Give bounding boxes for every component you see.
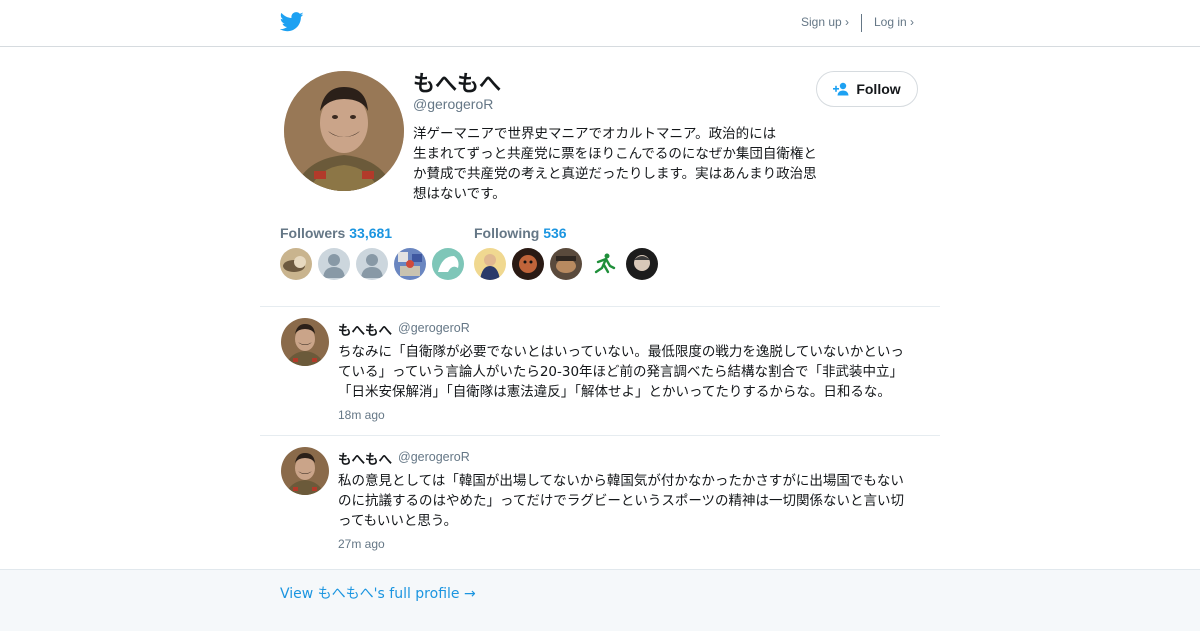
profile-avatar[interactable] [284, 71, 404, 191]
follower-avatar[interactable] [394, 248, 426, 280]
profile-handle[interactable]: @gerogeroR [413, 96, 493, 112]
following-label: Following [474, 225, 540, 241]
followers-stat[interactable]: Followers 33,681 [280, 225, 392, 241]
following-avatar[interactable] [512, 248, 544, 280]
divider [260, 435, 940, 436]
tweet-author-name[interactable]: もへもへ [338, 319, 392, 339]
tweet-author-name[interactable]: もへもへ [338, 448, 392, 468]
twitter-bird-icon[interactable] [280, 11, 304, 33]
tweet-timestamp[interactable]: 18m ago [338, 408, 385, 422]
tweet-avatar[interactable] [281, 318, 329, 366]
follower-avatar[interactable] [280, 248, 312, 280]
add-user-icon [833, 82, 849, 96]
following-count: 536 [543, 225, 567, 241]
followers-label: Followers [280, 225, 346, 241]
tweet-text: ちなみに「自衛隊が必要でないとはいっていない。最低限度の戦力を逸脱していないかと… [338, 344, 904, 400]
follower-avatar[interactable] [356, 248, 388, 280]
following-avatar[interactable] [626, 248, 658, 280]
following-avatar[interactable] [550, 248, 582, 280]
follow-label: Follow [856, 81, 901, 97]
tweet-author-handle[interactable]: @gerogeroR [398, 450, 470, 464]
footer-bar: View もへもへ's full profile → [0, 569, 1200, 631]
nav-divider [861, 14, 862, 32]
follower-avatar[interactable] [432, 248, 464, 280]
follower-avatar[interactable] [318, 248, 350, 280]
profile-bio: 洋ゲーマニアで世界史マニアでオカルトマニア。政治的には 生まれてずっと共産党に票… [413, 126, 817, 202]
divider [260, 306, 940, 307]
tweet-timestamp[interactable]: 27m ago [338, 537, 385, 551]
follow-button[interactable]: Follow [816, 71, 918, 107]
view-full-profile-link[interactable]: View もへもへ's full profile → [280, 583, 476, 603]
following-avatar[interactable] [588, 248, 620, 280]
following-stat[interactable]: Following 536 [474, 225, 567, 241]
tweet-avatar[interactable] [281, 447, 329, 495]
top-bar: Sign up › Log in › [0, 0, 1200, 47]
tweet-text: 私の意見としては「韓国が出場してないから韓国気が付かなかったかさすがに出場国でも… [338, 473, 905, 529]
sign-up-link[interactable]: Sign up › [801, 15, 849, 29]
tweet-author-handle[interactable]: @gerogeroR [398, 321, 470, 335]
profile-name[interactable]: もへもへ [413, 66, 501, 98]
followers-count: 33,681 [349, 225, 393, 241]
log-in-link[interactable]: Log in › [874, 15, 914, 29]
following-avatar[interactable] [474, 248, 506, 280]
